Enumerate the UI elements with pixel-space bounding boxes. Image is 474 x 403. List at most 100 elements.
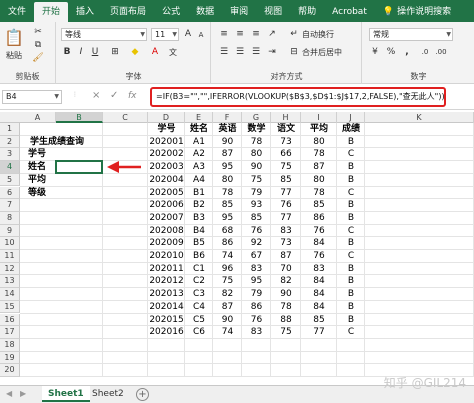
row-header[interactable]: 9 — [0, 224, 20, 238]
table-cell[interactable]: 73 — [271, 136, 301, 149]
borders-icon[interactable]: ⊞ — [109, 46, 121, 58]
add-sheet-button[interactable]: + — [136, 388, 149, 401]
table-cell[interactable]: 83 — [271, 225, 301, 238]
row-header[interactable]: 15 — [0, 300, 20, 314]
table-cell[interactable]: B — [337, 237, 365, 250]
table-header[interactable]: 英语 — [213, 123, 242, 136]
table-cell[interactable]: 202004 — [148, 174, 185, 187]
table-cell[interactable]: C3 — [185, 288, 213, 301]
table-cell[interactable]: 75 — [242, 174, 271, 187]
table-cell[interactable]: 87 — [213, 148, 242, 161]
table-cell[interactable]: B4 — [185, 225, 213, 238]
column-header[interactable]: B — [56, 112, 103, 123]
table-cell[interactable]: C — [337, 148, 365, 161]
table-cell[interactable]: 202015 — [148, 314, 185, 327]
align-left-icon[interactable]: ☰ — [218, 46, 230, 58]
row-header[interactable]: 6 — [0, 186, 20, 200]
table-cell[interactable]: B — [337, 301, 365, 314]
table-cell[interactable]: 202011 — [148, 263, 185, 276]
sheet-tab[interactable]: Sheet1 — [42, 386, 90, 402]
table-cell[interactable]: 87 — [213, 301, 242, 314]
table-cell[interactable]: 202002 — [148, 148, 185, 161]
table-cell[interactable]: 75 — [213, 275, 242, 288]
table-cell[interactable]: 76 — [242, 225, 271, 238]
table-cell[interactable]: 95 — [213, 161, 242, 174]
table-cell[interactable]: 202001 — [148, 136, 185, 149]
table-cell[interactable]: 90 — [213, 136, 242, 149]
table-cell[interactable]: B — [337, 136, 365, 149]
table-cell[interactable]: 83 — [242, 263, 271, 276]
table-cell[interactable]: C — [337, 326, 365, 339]
table-cell[interactable]: 96 — [213, 263, 242, 276]
table-cell[interactable]: B — [337, 275, 365, 288]
orientation-icon[interactable]: ↗ — [266, 28, 278, 40]
cancel-button[interactable]: × — [92, 90, 100, 101]
table-cell[interactable]: 80 — [242, 148, 271, 161]
comma-button[interactable]: , — [401, 46, 413, 58]
percent-button[interactable]: % — [385, 46, 397, 58]
decrease-decimal-icon[interactable]: .00 — [435, 46, 447, 58]
column-header[interactable]: K — [365, 112, 474, 123]
ribbon-tab-4[interactable]: 公式 — [154, 2, 188, 22]
next-sheet-icon[interactable]: ▶ — [20, 389, 26, 398]
table-cell[interactable]: 202003 — [148, 161, 185, 174]
ribbon-tab-3[interactable]: 页面布局 — [102, 2, 154, 22]
table-cell[interactable]: 66 — [271, 148, 301, 161]
table-cell[interactable]: A2 — [185, 148, 213, 161]
table-cell[interactable]: 74 — [213, 326, 242, 339]
table-header[interactable]: 数学 — [242, 123, 271, 136]
table-cell[interactable]: 75 — [271, 161, 301, 174]
formula-input[interactable]: =IF(B3="","",IFERROR(VLOOKUP($B$3,$D$1:$… — [150, 87, 446, 107]
table-cell[interactable]: A1 — [185, 136, 213, 149]
row-header[interactable]: 11 — [0, 250, 20, 263]
phonetic-icon[interactable]: 文 — [167, 46, 179, 58]
table-cell[interactable]: 84 — [301, 237, 337, 250]
name-box[interactable]: B4 ▼ — [2, 90, 62, 104]
table-cell[interactable]: C5 — [185, 314, 213, 327]
table-cell[interactable]: 85 — [271, 174, 301, 187]
grow-font-icon[interactable]: A — [182, 28, 194, 40]
table-cell[interactable]: 82 — [271, 275, 301, 288]
table-cell[interactable]: C — [337, 225, 365, 238]
column-header[interactable]: F — [213, 112, 242, 123]
table-cell[interactable]: C6 — [185, 326, 213, 339]
merge-icon[interactable]: ⊟ — [288, 46, 300, 58]
table-cell[interactable]: C — [337, 250, 365, 263]
table-cell[interactable]: 87 — [301, 161, 337, 174]
confirm-button[interactable]: ✓ — [110, 90, 118, 101]
column-header[interactable]: H — [271, 112, 301, 123]
table-cell[interactable]: 78 — [271, 301, 301, 314]
table-cell[interactable]: 76 — [301, 225, 337, 238]
cut-icon[interactable]: ✂ — [32, 26, 44, 38]
row-header[interactable]: 16 — [0, 313, 20, 327]
sheet-tab[interactable]: Sheet2 — [86, 386, 130, 402]
indent-icon[interactable]: ⇥ — [266, 46, 278, 58]
column-header[interactable]: A — [20, 112, 56, 123]
table-cell[interactable]: B5 — [185, 237, 213, 250]
table-cell[interactable]: B3 — [185, 212, 213, 225]
column-header[interactable]: C — [103, 112, 148, 123]
table-cell[interactable]: B6 — [185, 250, 213, 263]
table-cell[interactable]: 84 — [301, 301, 337, 314]
table-cell[interactable]: 74 — [213, 250, 242, 263]
table-cell[interactable]: 78 — [301, 148, 337, 161]
table-header[interactable]: 姓名 — [185, 123, 213, 136]
shrink-font-icon[interactable]: A — [195, 29, 207, 41]
copy-icon[interactable]: ⧉ — [32, 39, 44, 51]
table-cell[interactable]: B — [337, 288, 365, 301]
wrap-text-button[interactable]: 自动换行 — [302, 28, 334, 40]
row-header[interactable]: 14 — [0, 288, 20, 301]
row-header[interactable]: 18 — [0, 338, 20, 352]
table-cell[interactable]: 90 — [213, 314, 242, 327]
italic-button[interactable]: I — [75, 46, 87, 58]
ribbon-tab-7[interactable]: 视图 — [256, 2, 290, 22]
table-cell[interactable]: 87 — [271, 250, 301, 263]
table-cell[interactable]: 79 — [242, 288, 271, 301]
table-cell[interactable]: B — [337, 199, 365, 212]
table-cell[interactable]: 75 — [271, 326, 301, 339]
table-cell[interactable]: 92 — [242, 237, 271, 250]
ribbon-tab-10[interactable]: 💡 操作说明搜索 — [375, 2, 459, 22]
table-cell[interactable]: 95 — [213, 212, 242, 225]
row-header[interactable]: 20 — [0, 364, 20, 377]
selected-cell-b4[interactable] — [55, 160, 103, 174]
